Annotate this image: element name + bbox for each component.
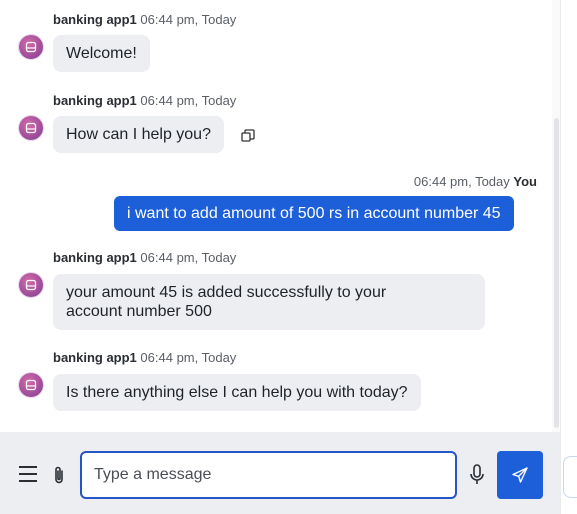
message-meta: banking app1 06:44 pm, Today <box>53 350 236 365</box>
bot-message-bubble: your amount 45 is added successfully to … <box>53 274 485 330</box>
message-text: Welcome! <box>66 45 137 62</box>
sender-name: banking app1 <box>53 250 137 265</box>
message-time: 06:44 pm, Today <box>140 93 237 108</box>
message-meta: 06:44 pm, Today You <box>414 174 537 189</box>
bot-avatar-icon <box>19 116 43 140</box>
bot-message-bubble: How can I help you? <box>53 116 224 153</box>
send-icon <box>512 467 528 483</box>
message-text-line: your amount 45 is added successfully to … <box>66 284 387 301</box>
message-text: Is there anything else I can help you wi… <box>66 384 408 401</box>
panel-divider <box>560 0 561 514</box>
scrollbar-thumb[interactable] <box>554 118 559 428</box>
message-time: 06:44 pm, Today <box>413 174 510 189</box>
message-time: 06:44 pm, Today <box>140 350 237 365</box>
message-meta: banking app1 06:44 pm, Today <box>53 12 236 27</box>
sender-name: You <box>513 174 537 189</box>
microphone-icon[interactable] <box>469 464 485 491</box>
bot-message-bubble: Welcome! <box>53 35 150 72</box>
sender-name: banking app1 <box>53 93 137 108</box>
bot-avatar-icon <box>19 373 43 397</box>
message-time: 06:44 pm, Today <box>140 12 237 27</box>
copy-icon[interactable] <box>241 129 255 148</box>
message-text-line: account number 500 <box>66 303 212 320</box>
message-input[interactable] <box>80 451 457 499</box>
chat-transcript: banking app1 06:44 pm, Today Welcome! ba… <box>0 0 560 432</box>
user-message-bubble: i want to add amount of 500 rs in accoun… <box>114 196 514 231</box>
message-text: i want to add amount of 500 rs in accoun… <box>127 205 501 222</box>
paperclip-icon[interactable] <box>52 465 66 490</box>
message-time: 06:44 pm, Today <box>140 250 237 265</box>
message-text: How can I help you? <box>66 126 211 143</box>
widget-launcher-edge <box>563 456 577 498</box>
sender-name: banking app1 <box>53 12 137 27</box>
menu-icon[interactable] <box>18 465 38 488</box>
send-button[interactable] <box>497 451 543 499</box>
sender-name: banking app1 <box>53 350 137 365</box>
bot-avatar-icon <box>19 273 43 297</box>
message-meta: banking app1 06:44 pm, Today <box>53 250 236 265</box>
message-meta: banking app1 06:44 pm, Today <box>53 93 236 108</box>
bot-message-bubble: Is there anything else I can help you wi… <box>53 374 421 411</box>
bot-avatar-icon <box>19 35 43 59</box>
